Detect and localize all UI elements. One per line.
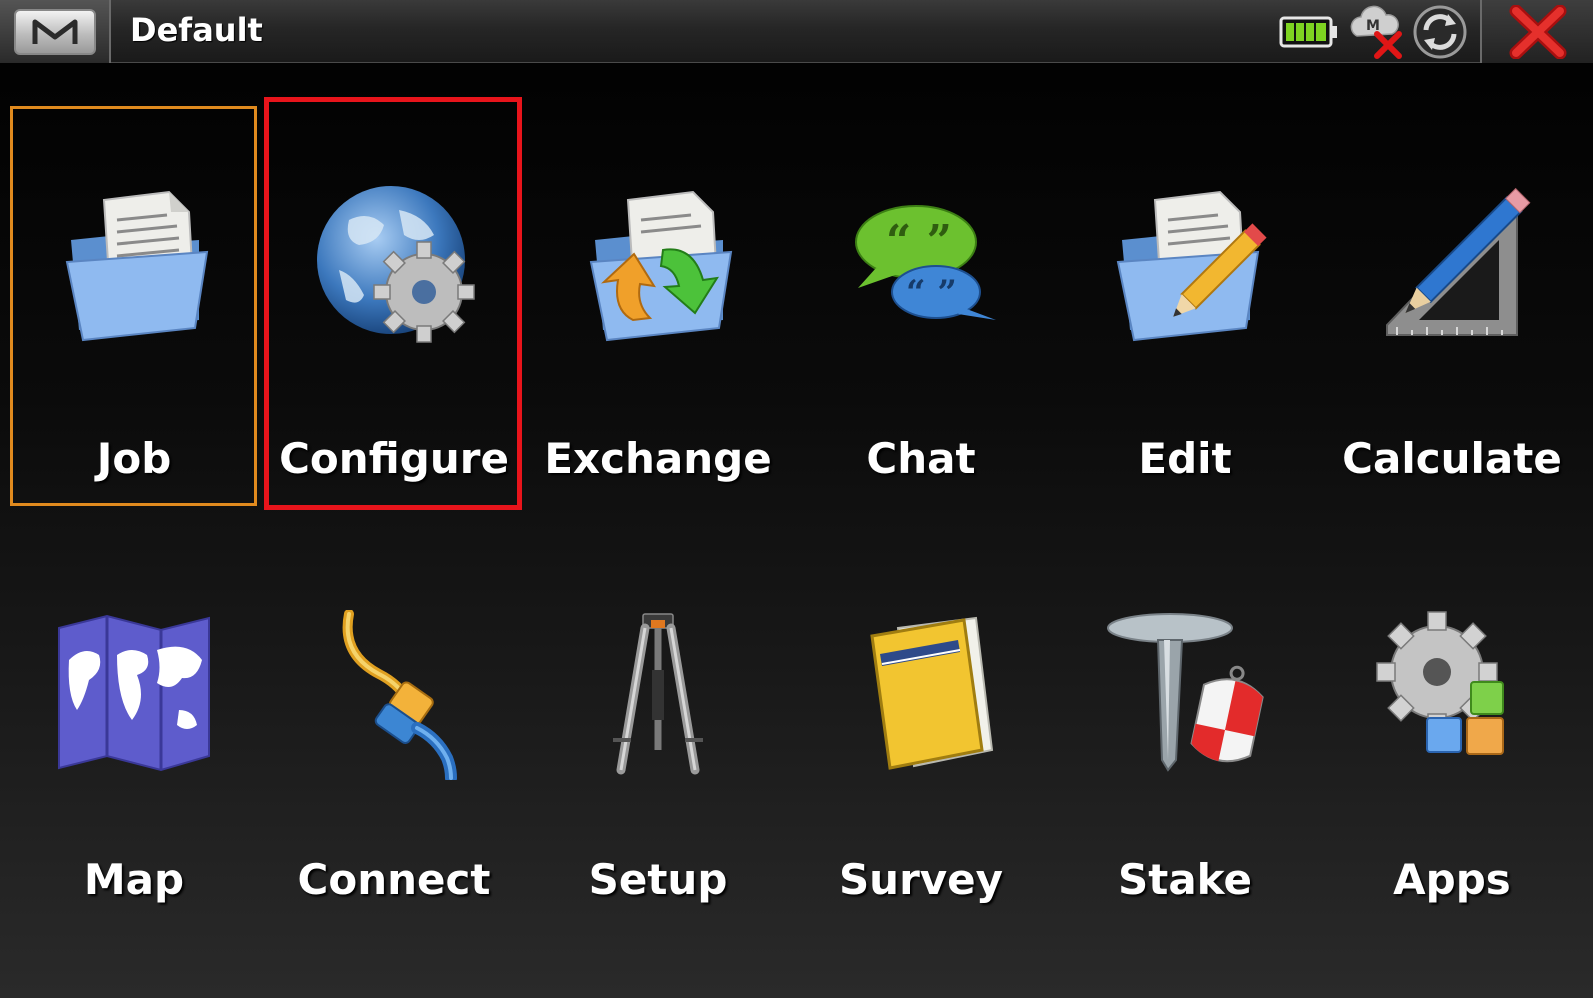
tile-label: Exchange bbox=[544, 434, 772, 483]
title-bar: Default M bbox=[0, 0, 1593, 63]
tile-edit[interactable]: Edit bbox=[1061, 180, 1309, 500]
tile-setup[interactable]: Setup bbox=[534, 610, 782, 910]
cloud-disconnected-icon[interactable]: M bbox=[1346, 4, 1408, 60]
tile-label: Setup bbox=[588, 855, 728, 904]
tile-label: Edit bbox=[1138, 434, 1232, 483]
tile-apps[interactable]: Apps bbox=[1328, 610, 1576, 910]
close-button[interactable] bbox=[1480, 0, 1593, 63]
main-menu-button[interactable] bbox=[0, 0, 111, 63]
survey-stake-icon bbox=[1100, 610, 1270, 780]
tile-label: Calculate bbox=[1342, 434, 1562, 483]
tile-stake[interactable]: Stake bbox=[1061, 610, 1309, 910]
page-title: Default bbox=[130, 11, 263, 49]
svg-text:“ ”: “ ” bbox=[906, 273, 957, 313]
folder-pencil-icon bbox=[1100, 180, 1270, 350]
tile-label: Chat bbox=[866, 434, 976, 483]
tile-label: Configure bbox=[279, 434, 509, 483]
pencil-ruler-icon bbox=[1367, 180, 1537, 350]
field-book-icon bbox=[836, 610, 1006, 780]
close-icon bbox=[1509, 4, 1566, 59]
tile-job[interactable]: Job bbox=[10, 180, 258, 500]
tile-label: Job bbox=[96, 434, 172, 483]
world-map-icon bbox=[49, 610, 219, 780]
sync-icon[interactable] bbox=[1410, 4, 1470, 60]
tile-label: Connect bbox=[297, 855, 491, 904]
m-logo-icon bbox=[13, 8, 96, 55]
folder-exchange-icon bbox=[573, 180, 743, 350]
tile-label: Survey bbox=[838, 855, 1004, 904]
tripod-icon bbox=[573, 610, 743, 780]
cable-plug-icon bbox=[309, 610, 479, 780]
tile-label: Stake bbox=[1118, 855, 1252, 904]
tile-exchange[interactable]: Exchange bbox=[534, 180, 782, 500]
folder-document-icon bbox=[49, 180, 219, 350]
tile-label: Map bbox=[83, 855, 185, 904]
tile-chat[interactable]: “ ” “ ” Chat bbox=[797, 180, 1045, 500]
tile-calculate[interactable]: Calculate bbox=[1328, 180, 1576, 500]
globe-gear-icon bbox=[309, 180, 479, 350]
tile-label: Apps bbox=[1393, 855, 1511, 904]
tile-configure[interactable]: Configure bbox=[270, 180, 518, 500]
tile-connect[interactable]: Connect bbox=[270, 610, 518, 910]
chat-bubbles-icon: “ ” “ ” bbox=[836, 180, 1006, 350]
svg-text:“ ”: “ ” bbox=[886, 216, 952, 267]
tile-map[interactable]: Map bbox=[10, 610, 258, 910]
battery-icon[interactable] bbox=[1278, 4, 1340, 60]
tile-survey[interactable]: Survey bbox=[797, 610, 1045, 910]
gear-blocks-icon bbox=[1367, 610, 1537, 780]
